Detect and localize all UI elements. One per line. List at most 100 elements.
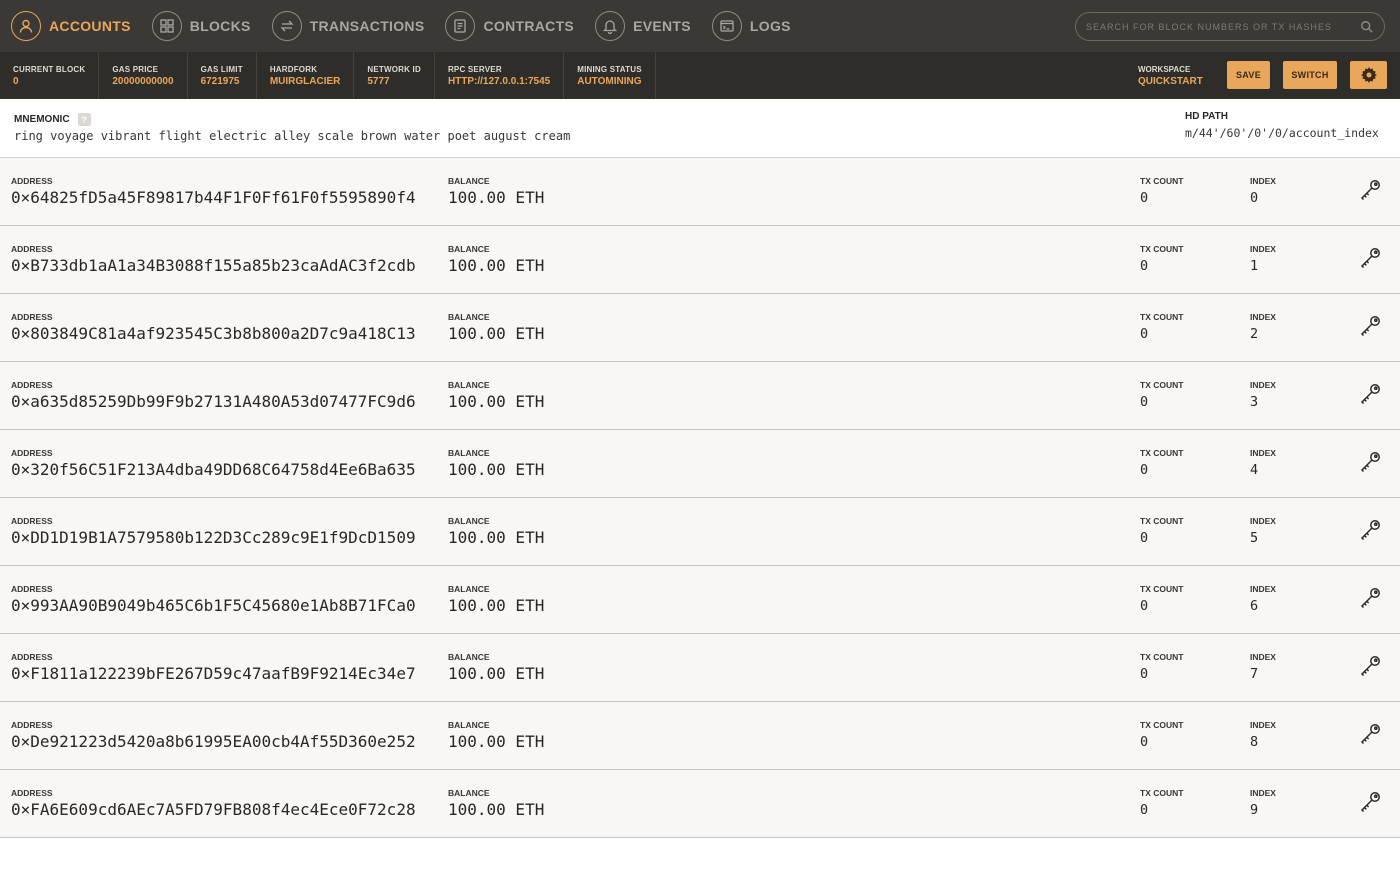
tx-count-label: TX COUNT bbox=[1140, 788, 1184, 798]
stat-label: NETWORK ID bbox=[367, 64, 421, 74]
balance-label: BALANCE bbox=[448, 788, 490, 798]
account-balance: 100.00 ETH bbox=[448, 528, 545, 547]
blocks-icon bbox=[151, 11, 182, 41]
index-label: INDEX bbox=[1250, 516, 1276, 526]
stat-value: 6721975 bbox=[200, 75, 240, 87]
nav-events[interactable]: EVENTS bbox=[595, 0, 691, 52]
key-icon[interactable] bbox=[1358, 314, 1382, 338]
tx-count-label: TX COUNT bbox=[1140, 312, 1184, 322]
account-index: 3 bbox=[1250, 394, 1259, 410]
nav-blocks[interactable]: BLOCKS bbox=[151, 0, 251, 52]
account-row[interactable]: ADDRESS 0×a635d85259Db99F9b27131A480A53d0… bbox=[0, 362, 1400, 430]
balance-label: BALANCE bbox=[448, 652, 490, 662]
nav-contracts[interactable]: CONTRACTS bbox=[445, 0, 574, 52]
stat-label: CURRENT BLOCK bbox=[13, 64, 86, 74]
balance-cell: BALANCE 100.00 ETH bbox=[448, 788, 544, 819]
index-cell: INDEX 9 bbox=[1250, 788, 1276, 818]
tx-count-label: TX COUNT bbox=[1140, 584, 1184, 594]
balance-cell: BALANCE 100.00 ETH bbox=[448, 380, 544, 411]
account-tx-count: 0 bbox=[1140, 734, 1149, 750]
key-icon[interactable] bbox=[1358, 518, 1382, 542]
key-icon[interactable] bbox=[1358, 178, 1382, 202]
account-balance: 100.00 ETH bbox=[448, 800, 545, 819]
mnemonic-label-row: MNEMONIC ? bbox=[14, 113, 91, 126]
account-index: 9 bbox=[1250, 802, 1259, 818]
tx-count-label: TX COUNT bbox=[1140, 448, 1184, 458]
search-icon[interactable] bbox=[1360, 20, 1374, 34]
balance-cell: BALANCE 100.00 ETH bbox=[448, 720, 544, 751]
account-tx-count: 0 bbox=[1140, 258, 1149, 274]
help-icon[interactable]: ? bbox=[77, 113, 91, 126]
settings-button[interactable] bbox=[1350, 61, 1387, 89]
stat-label: RPC SERVER bbox=[447, 64, 502, 74]
account-row[interactable]: ADDRESS 0×DD1D19B1A7579580b122D3Cc289c9E1… bbox=[0, 498, 1400, 566]
search-input[interactable] bbox=[1086, 21, 1360, 32]
index-label: INDEX bbox=[1250, 652, 1276, 662]
key-icon[interactable] bbox=[1358, 586, 1382, 610]
person-icon bbox=[11, 11, 41, 41]
nav-logs[interactable]: LOGS bbox=[711, 0, 791, 52]
switch-button[interactable]: SWITCH bbox=[1283, 61, 1337, 89]
account-row[interactable]: ADDRESS 0×B733db1aA1a34B3088f155a85b23caA… bbox=[0, 226, 1400, 294]
account-balance: 100.00 ETH bbox=[448, 664, 545, 683]
index-label: INDEX bbox=[1250, 788, 1276, 798]
nav-logs-label: LOGS bbox=[749, 18, 791, 34]
address-cell: ADDRESS 0×FA6E609cd6AEc7A5FD79FB808f4ec4E… bbox=[11, 788, 416, 819]
account-index: 6 bbox=[1250, 598, 1259, 614]
stat-value: MUIRGLACIER bbox=[269, 75, 341, 87]
stat-gas-limit: GAS LIMIT 6721975 bbox=[188, 52, 257, 99]
search-box bbox=[1075, 12, 1385, 41]
stat-value: 0 bbox=[13, 75, 19, 87]
balance-label: BALANCE bbox=[448, 720, 490, 730]
stat-value: 5777 bbox=[367, 75, 390, 87]
key-icon[interactable] bbox=[1358, 790, 1382, 814]
index-cell: INDEX 3 bbox=[1250, 380, 1276, 410]
balance-cell: BALANCE 100.00 ETH bbox=[448, 176, 544, 207]
account-balance: 100.00 ETH bbox=[448, 256, 545, 275]
key-icon[interactable] bbox=[1358, 654, 1382, 678]
account-row[interactable]: ADDRESS 0×De921223d5420a8b61995EA00cb4Af5… bbox=[0, 702, 1400, 770]
key-icon[interactable] bbox=[1358, 382, 1382, 406]
gear-icon bbox=[1360, 67, 1377, 83]
account-row[interactable]: ADDRESS 0×993AA90B9049b465C6b1F5C45680e1A… bbox=[0, 566, 1400, 634]
address-label: ADDRESS bbox=[11, 176, 53, 186]
mnemonic-label: MNEMONIC bbox=[14, 114, 70, 125]
tx-count-label: TX COUNT bbox=[1140, 380, 1184, 390]
balance-cell: BALANCE 100.00 ETH bbox=[448, 516, 544, 547]
key-icon[interactable] bbox=[1358, 246, 1382, 270]
account-tx-count: 0 bbox=[1140, 802, 1149, 818]
account-tx-count: 0 bbox=[1140, 598, 1149, 614]
account-row[interactable]: ADDRESS 0×F1811a122239bFE267D59c47aafB9F9… bbox=[0, 634, 1400, 702]
account-address: 0×64825fD5a45F89817b44F1F0Ff61F0f5595890… bbox=[11, 188, 416, 207]
key-icon[interactable] bbox=[1358, 722, 1382, 746]
save-button[interactable]: SAVE bbox=[1227, 61, 1270, 89]
account-row[interactable]: ADDRESS 0×64825fD5a45F89817b44F1F0Ff61F0f… bbox=[0, 158, 1400, 226]
index-cell: INDEX 1 bbox=[1250, 244, 1276, 274]
account-row[interactable]: ADDRESS 0×803849C81a4af923545C3b8b800a2D7… bbox=[0, 294, 1400, 362]
account-address: 0×803849C81a4af923545C3b8b800a2D7c9a418C… bbox=[11, 324, 416, 343]
account-row[interactable]: ADDRESS 0×320f56C51F213A4dba49DD68C64758d… bbox=[0, 430, 1400, 498]
address-label: ADDRESS bbox=[11, 788, 53, 798]
index-label: INDEX bbox=[1250, 312, 1276, 322]
nav-transactions[interactable]: TRANSACTIONS bbox=[271, 0, 425, 52]
index-cell: INDEX 7 bbox=[1250, 652, 1276, 682]
balance-label: BALANCE bbox=[448, 380, 490, 390]
tx-count-label: TX COUNT bbox=[1140, 720, 1184, 730]
stat-label: HARDFORK bbox=[269, 64, 318, 74]
account-balance: 100.00 ETH bbox=[448, 324, 545, 343]
index-cell: INDEX 5 bbox=[1250, 516, 1276, 546]
bell-icon bbox=[595, 11, 626, 41]
mnemonic-words: ring voyage vibrant flight electric alle… bbox=[14, 129, 571, 143]
key-icon[interactable] bbox=[1358, 450, 1382, 474]
balance-label: BALANCE bbox=[448, 176, 490, 186]
tx-count-label: TX COUNT bbox=[1140, 176, 1184, 186]
account-address: 0×B733db1aA1a34B3088f155a85b23caAdAC3f2c… bbox=[11, 256, 416, 275]
nav-events-label: EVENTS bbox=[633, 18, 691, 34]
address-label: ADDRESS bbox=[11, 380, 53, 390]
top-navigation: ACCOUNTS BLOCKS TRANSACTIONS CONTRACTS E… bbox=[0, 0, 1400, 52]
account-row[interactable]: ADDRESS 0×FA6E609cd6AEc7A5FD79FB808f4ec4E… bbox=[0, 770, 1400, 838]
nav-accounts[interactable]: ACCOUNTS bbox=[11, 0, 131, 52]
address-cell: ADDRESS 0×803849C81a4af923545C3b8b800a2D7… bbox=[11, 312, 416, 343]
balance-label: BALANCE bbox=[448, 312, 490, 322]
nav-transactions-label: TRANSACTIONS bbox=[309, 18, 425, 34]
